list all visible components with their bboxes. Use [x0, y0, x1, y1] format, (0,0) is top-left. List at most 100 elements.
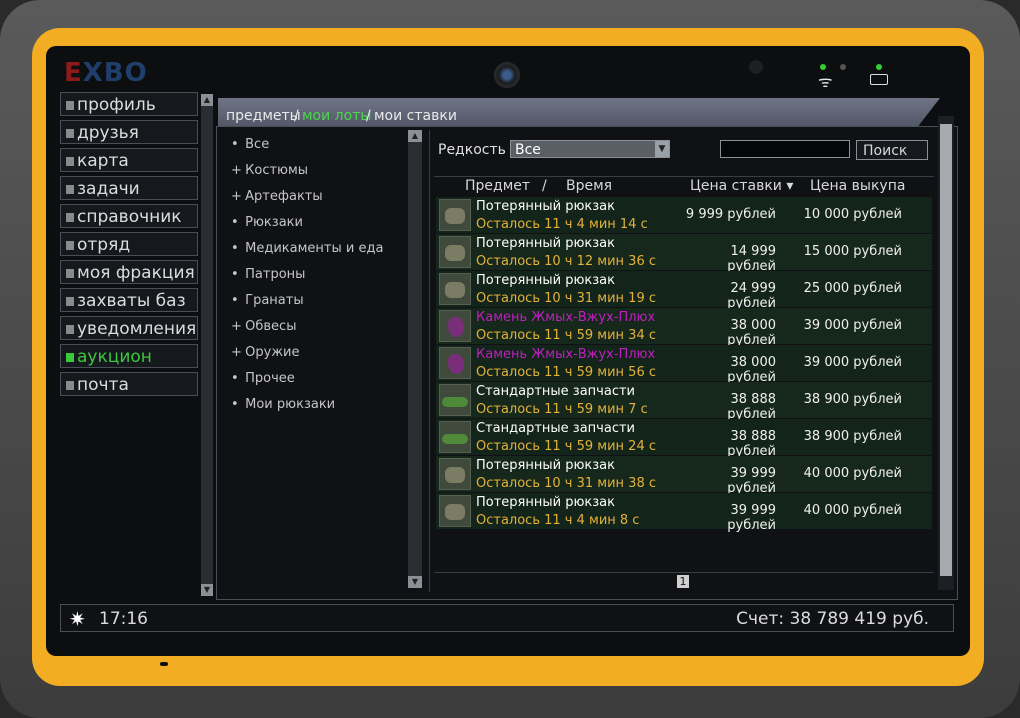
item-name: Потерянный рюкзак [476, 273, 615, 288]
menu-item[interactable]: захваты баз [60, 288, 198, 312]
time-left: Осталось 10 ч 31 мин 19 с [476, 291, 656, 306]
table-row[interactable]: Потерянный рюкзак Осталось 10 ч 31 мин 38… [436, 456, 932, 496]
pager-line [434, 572, 934, 573]
item-name: Стандартные запчасти [476, 421, 635, 436]
scroll-down-icon[interactable]: ▼ [201, 584, 213, 596]
header-buyout[interactable]: Цена выкупа [810, 178, 905, 194]
table-row[interactable]: Потерянный рюкзак Осталось 10 ч 12 мин 36… [436, 234, 932, 274]
battery-icon [870, 74, 888, 85]
category-scrollbar[interactable]: ▲ ▼ [408, 130, 422, 588]
parts-icon [439, 384, 471, 416]
bullet-icon: • [231, 241, 239, 256]
category-item[interactable]: + Костюмы [222, 158, 406, 184]
bid-price: 39 999 рублей [727, 466, 776, 496]
backpack-icon [439, 236, 471, 268]
category-item[interactable]: • Прочее [222, 366, 406, 392]
bullet-icon: • [231, 267, 239, 282]
table-row[interactable]: Стандартные запчасти Осталось 11 ч 59 мин… [436, 382, 932, 422]
menu-item[interactable]: профиль [60, 92, 198, 116]
backpack-icon [439, 273, 471, 305]
item-name: Потерянный рюкзак [476, 495, 615, 510]
tab-my-lots[interactable]: мои лоты [302, 108, 371, 124]
page-button[interactable]: 1 [677, 575, 689, 588]
menu-item[interactable]: моя фракция [60, 260, 198, 284]
buyout-price: 38 900 рублей [803, 429, 902, 444]
scroll-up-icon[interactable]: ▲ [201, 94, 213, 106]
status-bar: ✷ 17:16 Счет: 38 789 419 руб. [60, 604, 954, 632]
buyout-price: 10 000 рублей [803, 207, 902, 222]
bid-price: 14 999 рублей [727, 244, 776, 274]
buyout-price: 15 000 рублей [803, 244, 902, 259]
search-input[interactable] [720, 140, 850, 158]
table-row[interactable]: Потерянный рюкзак Осталось 11 ч 4 мин 14 … [436, 197, 932, 233]
scroll-down-icon[interactable]: ▼ [408, 576, 422, 588]
menu-item[interactable]: отряд [60, 232, 198, 256]
expand-icon: + [231, 189, 242, 204]
category-item[interactable]: • Медикаменты и еда [222, 236, 406, 262]
header-item[interactable]: Предмет [465, 178, 530, 194]
category-label: Медикаменты и еда [245, 241, 384, 256]
category-item[interactable]: • Все [222, 132, 406, 158]
lots-table: Потерянный рюкзак Осталось 11 ч 4 мин 14 … [436, 197, 932, 533]
menu-scrollbar[interactable]: ▲ ▼ [201, 94, 213, 596]
tab-separator: / [366, 108, 371, 124]
bullet-icon: • [231, 371, 239, 386]
table-row[interactable]: Стандартные запчасти Осталось 11 ч 59 мин… [436, 419, 932, 459]
table-row[interactable]: Камень Жмых-Вжух-Плюх Осталось 11 ч 59 ми… [436, 345, 932, 385]
backpack-icon [439, 199, 471, 231]
menu-item[interactable]: аукцион [60, 344, 198, 368]
scroll-up-icon[interactable]: ▲ [408, 130, 422, 142]
category-item[interactable]: + Артефакты [222, 184, 406, 210]
category-label: Рюкзаки [245, 215, 303, 230]
stone-icon [439, 347, 471, 379]
category-item[interactable]: + Обвесы [222, 314, 406, 340]
rarity-select[interactable]: Все ▼ [510, 140, 670, 158]
tab-items[interactable]: предметы [226, 108, 301, 124]
table-row[interactable]: Потерянный рюкзак Осталось 11 ч 4 мин 8 с… [436, 493, 932, 533]
sun-icon: ✷ [69, 607, 86, 631]
category-list: • Все + Костюмы + Артефакты • Рюкзаки • Меди… [222, 132, 406, 418]
menu-item[interactable]: задачи [60, 176, 198, 200]
menu-item[interactable]: уведомления [60, 316, 198, 340]
table-scrollbar[interactable] [938, 116, 954, 590]
buyout-price: 40 000 рублей [803, 466, 902, 481]
bullet-icon: • [231, 137, 239, 152]
category-item[interactable]: + Оружие [222, 340, 406, 366]
panel-divider [429, 130, 430, 592]
expand-icon: + [231, 319, 242, 334]
category-item[interactable]: • Мои рюкзаки [222, 392, 406, 418]
battery-led-icon [876, 64, 882, 70]
auction-tabs: предметы / мои лоты / мои ставки [218, 98, 940, 126]
account-balance: Счет: 38 789 419 руб. [736, 609, 929, 629]
table-row[interactable]: Потерянный рюкзак Осталось 10 ч 31 мин 19… [436, 271, 932, 311]
bid-price: 39 999 рублей [727, 503, 776, 533]
search-button[interactable]: Поиск [856, 140, 928, 160]
time-left: Осталось 11 ч 4 мин 8 с [476, 513, 640, 528]
scroll-thumb[interactable] [940, 124, 952, 576]
bullet-icon: • [231, 293, 239, 308]
parts-icon [439, 421, 471, 453]
category-label: Оружие [245, 345, 300, 360]
menu-item[interactable]: почта [60, 372, 198, 396]
category-label: Артефакты [245, 189, 323, 204]
menu-item[interactable]: друзья [60, 120, 198, 144]
main-menu: профиль друзья карта задачи справочник отряд м… [60, 92, 200, 400]
header-bid[interactable]: Цена ставки ▾ [690, 178, 793, 194]
category-item[interactable]: • Рюкзаки [222, 210, 406, 236]
category-item[interactable]: • Патроны [222, 262, 406, 288]
menu-item[interactable]: карта [60, 148, 198, 172]
time-left: Осталось 10 ч 12 мин 36 с [476, 254, 656, 269]
wifi-icon: ᯤ [818, 72, 833, 91]
tab-my-bids[interactable]: мои ставки [374, 108, 457, 124]
category-item[interactable]: • Гранаты [222, 288, 406, 314]
menu-item[interactable]: справочник [60, 204, 198, 228]
header-time[interactable]: Время [566, 178, 612, 194]
bid-price: 38 000 рублей [727, 318, 776, 348]
rarity-label: Редкость [438, 142, 506, 158]
rarity-value: Все [515, 142, 541, 158]
table-row[interactable]: Камень Жмых-Вжух-Плюх Осталось 11 ч 59 ми… [436, 308, 932, 348]
category-label: Гранаты [245, 293, 304, 308]
chevron-down-icon[interactable]: ▼ [655, 141, 669, 157]
item-name: Потерянный рюкзак [476, 199, 615, 214]
header-separator: / [542, 178, 547, 194]
